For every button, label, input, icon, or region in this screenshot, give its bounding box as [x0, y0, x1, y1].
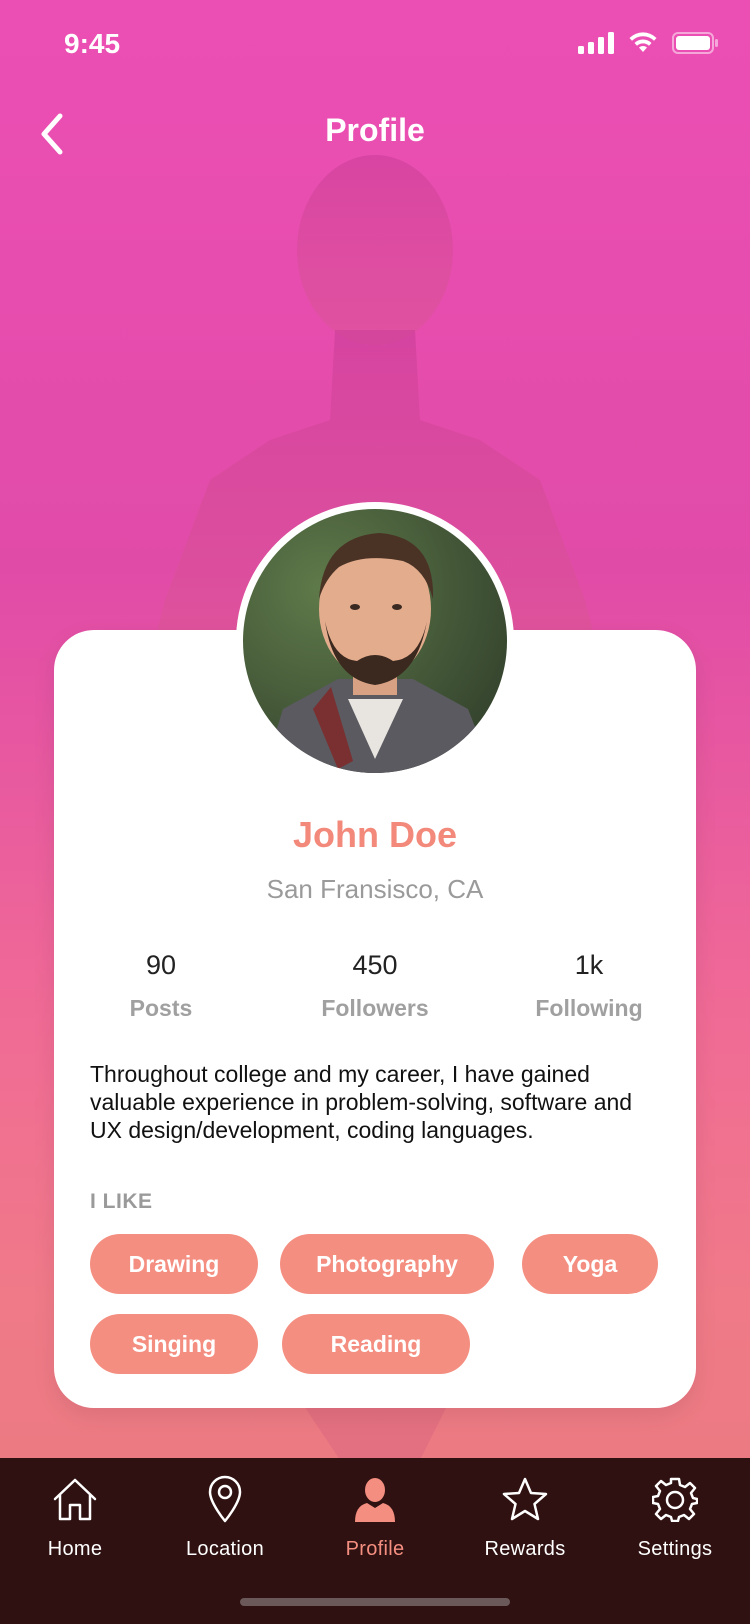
location-pin-icon	[150, 1472, 300, 1526]
signal-icon	[578, 32, 614, 54]
stat-following[interactable]: 1k Following	[482, 950, 696, 1022]
tag-yoga[interactable]: Yoga	[522, 1234, 658, 1294]
home-indicator[interactable]	[240, 1598, 510, 1606]
tab-label: Settings	[637, 1538, 713, 1560]
tab-rewards[interactable]: Rewards	[450, 1472, 600, 1572]
status-bar: 9:45	[0, 0, 750, 92]
status-time: 9:45	[64, 28, 121, 59]
stat-value: 1k	[574, 950, 604, 980]
tab-label: Location	[185, 1538, 264, 1560]
stat-label: Posts	[129, 995, 193, 1021]
wifi-icon	[629, 32, 657, 52]
star-icon	[450, 1472, 600, 1526]
page-title: Profile	[325, 112, 425, 148]
stat-followers[interactable]: 450 Followers	[268, 950, 482, 1022]
likes-heading: I LIKE	[90, 1190, 153, 1213]
avatar[interactable]	[236, 502, 514, 780]
home-icon	[0, 1472, 150, 1526]
stat-value: 450	[352, 950, 398, 980]
tab-profile[interactable]: Profile	[300, 1472, 450, 1572]
tab-location[interactable]: Location	[150, 1472, 300, 1572]
tab-bar: Home Location Profile Rewards Settings	[0, 1458, 750, 1624]
tab-home[interactable]: Home	[0, 1472, 150, 1572]
status-icons	[578, 32, 718, 54]
navigation-bar: Profile	[0, 92, 750, 176]
tag-singing[interactable]: Singing	[90, 1314, 258, 1374]
tag-photography[interactable]: Photography	[280, 1234, 494, 1294]
profile-bio: Throughout college and my career, I have…	[90, 1061, 633, 1143]
profile-name: John Doe	[292, 814, 457, 855]
tab-settings[interactable]: Settings	[600, 1472, 750, 1572]
avatar-photo	[243, 509, 507, 773]
tag-drawing[interactable]: Drawing	[90, 1234, 258, 1294]
tab-label: Home	[47, 1538, 103, 1560]
stat-value: 90	[145, 950, 177, 980]
profile-location: San Fransisco, CA	[266, 874, 484, 904]
stat-label: Following	[535, 995, 643, 1021]
tab-label: Rewards	[484, 1538, 566, 1560]
profile-stats: 90 Posts 450 Followers 1k Following	[54, 950, 696, 1022]
stat-posts[interactable]: 90 Posts	[54, 950, 268, 1022]
stat-label: Followers	[321, 995, 429, 1021]
person-icon	[300, 1472, 450, 1526]
gear-icon	[600, 1472, 750, 1526]
battery-icon	[672, 32, 718, 54]
tag-reading[interactable]: Reading	[282, 1314, 470, 1374]
tab-label: Profile	[345, 1538, 405, 1560]
